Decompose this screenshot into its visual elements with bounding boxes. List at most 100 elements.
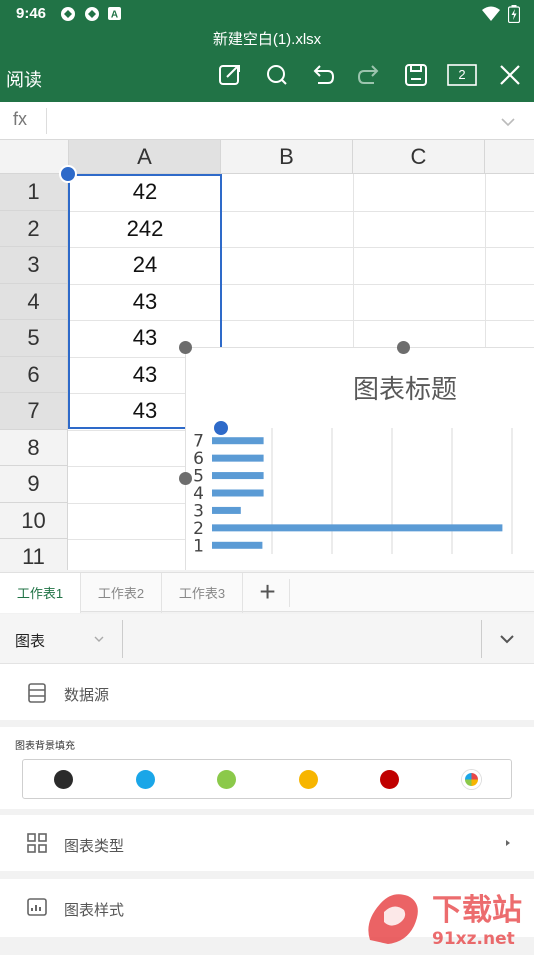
- bg-fill-caption: 图表背景填充: [15, 741, 75, 752]
- chart-category-label: 3: [193, 501, 204, 521]
- save-icon: [405, 64, 427, 86]
- color-swatch[interactable]: [217, 770, 236, 789]
- collapse-panel-icon[interactable]: [497, 629, 517, 649]
- status-bar: 9:46 A: [0, 0, 534, 28]
- chart-bar-2: [212, 524, 503, 532]
- watermark-logo-icon: 下载站 91xz.net: [368, 893, 522, 949]
- color-swatch[interactable]: [136, 770, 155, 789]
- redo-icon: [357, 65, 379, 84]
- redo-button[interactable]: [356, 62, 382, 88]
- chart-panel-header: 图表: [0, 614, 534, 664]
- row-header-6[interactable]: 6: [0, 356, 68, 393]
- row-header-1[interactable]: 1: [0, 174, 68, 211]
- selection-handle-bottom[interactable]: [212, 419, 230, 437]
- chart-type-label: 图表类型: [64, 838, 125, 855]
- row-header-10[interactable]: 10: [0, 502, 68, 539]
- corner-cell[interactable]: [0, 140, 69, 174]
- panel-title[interactable]: 图表: [15, 630, 45, 651]
- color-swatch-row: [22, 759, 512, 799]
- row-header-9[interactable]: 9: [0, 466, 68, 503]
- chart-bar-6: [212, 454, 264, 462]
- tab-sheet1[interactable]: 工作表1: [0, 573, 81, 613]
- app-notification-icon: [61, 7, 75, 21]
- chart-bar-5: [212, 472, 264, 480]
- chart-title: 图表标题: [353, 375, 457, 405]
- column-header-d[interactable]: [485, 140, 534, 174]
- tab-sheet3[interactable]: 工作表3: [162, 573, 243, 613]
- column-header-b[interactable]: B: [221, 140, 353, 174]
- svg-text:A: A: [111, 10, 118, 21]
- divider: [481, 620, 482, 658]
- formula-input[interactable]: [56, 110, 486, 132]
- window-switch-button[interactable]: 2: [447, 62, 477, 88]
- status-time: 9:46: [16, 5, 47, 22]
- chart-type-row[interactable]: 图表类型: [0, 815, 534, 871]
- chart-category-label: 2: [193, 519, 204, 539]
- undo-button[interactable]: [310, 62, 336, 88]
- row-header-7[interactable]: 7: [0, 393, 68, 430]
- close-button[interactable]: [497, 62, 523, 88]
- data-source-row[interactable]: 数据源: [0, 664, 534, 720]
- chart-style-icon: [27, 898, 47, 916]
- app-bar: 9:46 A 新建空白(1).xlsx 阅读 2: [0, 0, 534, 102]
- fx-label: fx: [13, 109, 28, 129]
- edit-button[interactable]: [217, 62, 243, 88]
- custom-color-icon[interactable]: [462, 770, 481, 789]
- chart-type-icon: [27, 833, 47, 853]
- chart-bar-3: [212, 506, 241, 514]
- app-notification-icon: [85, 7, 99, 21]
- chevron-down-icon[interactable]: [92, 632, 106, 646]
- divider: [122, 620, 123, 658]
- color-swatch[interactable]: [299, 770, 318, 789]
- add-sheet-button[interactable]: +: [246, 578, 290, 607]
- undo-icon: [313, 65, 335, 84]
- chevron-right-icon: [506, 840, 510, 846]
- color-swatch[interactable]: [380, 770, 399, 789]
- sheet-tabs: 工作表1 工作表2 工作表3 +: [0, 572, 534, 613]
- wifi-icon: [482, 6, 500, 21]
- chart-category-label: 4: [193, 484, 204, 504]
- formula-bar: fx: [0, 102, 534, 140]
- chart-bar-4: [212, 489, 264, 497]
- search-icon: [267, 65, 287, 85]
- row-header-5[interactable]: 5: [0, 320, 68, 357]
- row-header-8[interactable]: 8: [0, 429, 68, 466]
- edit-icon: [219, 65, 240, 85]
- chart-style-label: 图表样式: [64, 902, 125, 919]
- file-name-title: 新建空白(1).xlsx: [212, 31, 322, 48]
- chart-background-fill: 图表背景填充: [0, 727, 534, 809]
- row-header-4[interactable]: 4: [0, 283, 68, 320]
- chart-category-label: 7: [193, 432, 204, 452]
- chart-resize-handle-tl[interactable]: [179, 341, 192, 354]
- chart-bar-7: [212, 437, 264, 445]
- chart-resize-handle-left[interactable]: [179, 472, 192, 485]
- chart-canvas: 图表标题 1234567: [193, 375, 513, 556]
- chart-resize-handle-top[interactable]: [397, 341, 410, 354]
- chart-category-label: 1: [193, 536, 204, 556]
- color-swatch[interactable]: [54, 770, 73, 789]
- site-watermark: 下载站 91xz.net: [362, 882, 534, 950]
- save-button[interactable]: [403, 62, 429, 88]
- a-notification-icon: A: [108, 7, 121, 20]
- row-header-2[interactable]: 2: [0, 210, 68, 247]
- row-header-3[interactable]: 3: [0, 247, 68, 284]
- selection-handle-top[interactable]: [59, 165, 77, 183]
- row-header-11[interactable]: 11: [0, 539, 68, 570]
- data-source-icon: [28, 683, 46, 703]
- expand-formula-icon[interactable]: [498, 112, 518, 132]
- column-header-a[interactable]: A: [69, 140, 221, 174]
- bar-chart[interactable]: 图表标题 1234567: [185, 347, 534, 570]
- tab-sheet2[interactable]: 工作表2: [81, 573, 162, 613]
- window-count: 2: [458, 67, 466, 82]
- battery-icon: [508, 5, 520, 23]
- column-header-c[interactable]: C: [353, 140, 485, 174]
- read-mode-label[interactable]: 阅读: [6, 66, 42, 92]
- chart-category-label: 5: [193, 467, 204, 487]
- formula-divider: [46, 108, 47, 134]
- watermark-url: 91xz.net: [432, 929, 515, 949]
- watermark-text: 下载站: [432, 893, 522, 928]
- search-button[interactable]: [264, 62, 290, 88]
- chart-category-label: 6: [193, 449, 204, 469]
- close-icon: [500, 65, 520, 85]
- data-source-label: 数据源: [64, 687, 110, 704]
